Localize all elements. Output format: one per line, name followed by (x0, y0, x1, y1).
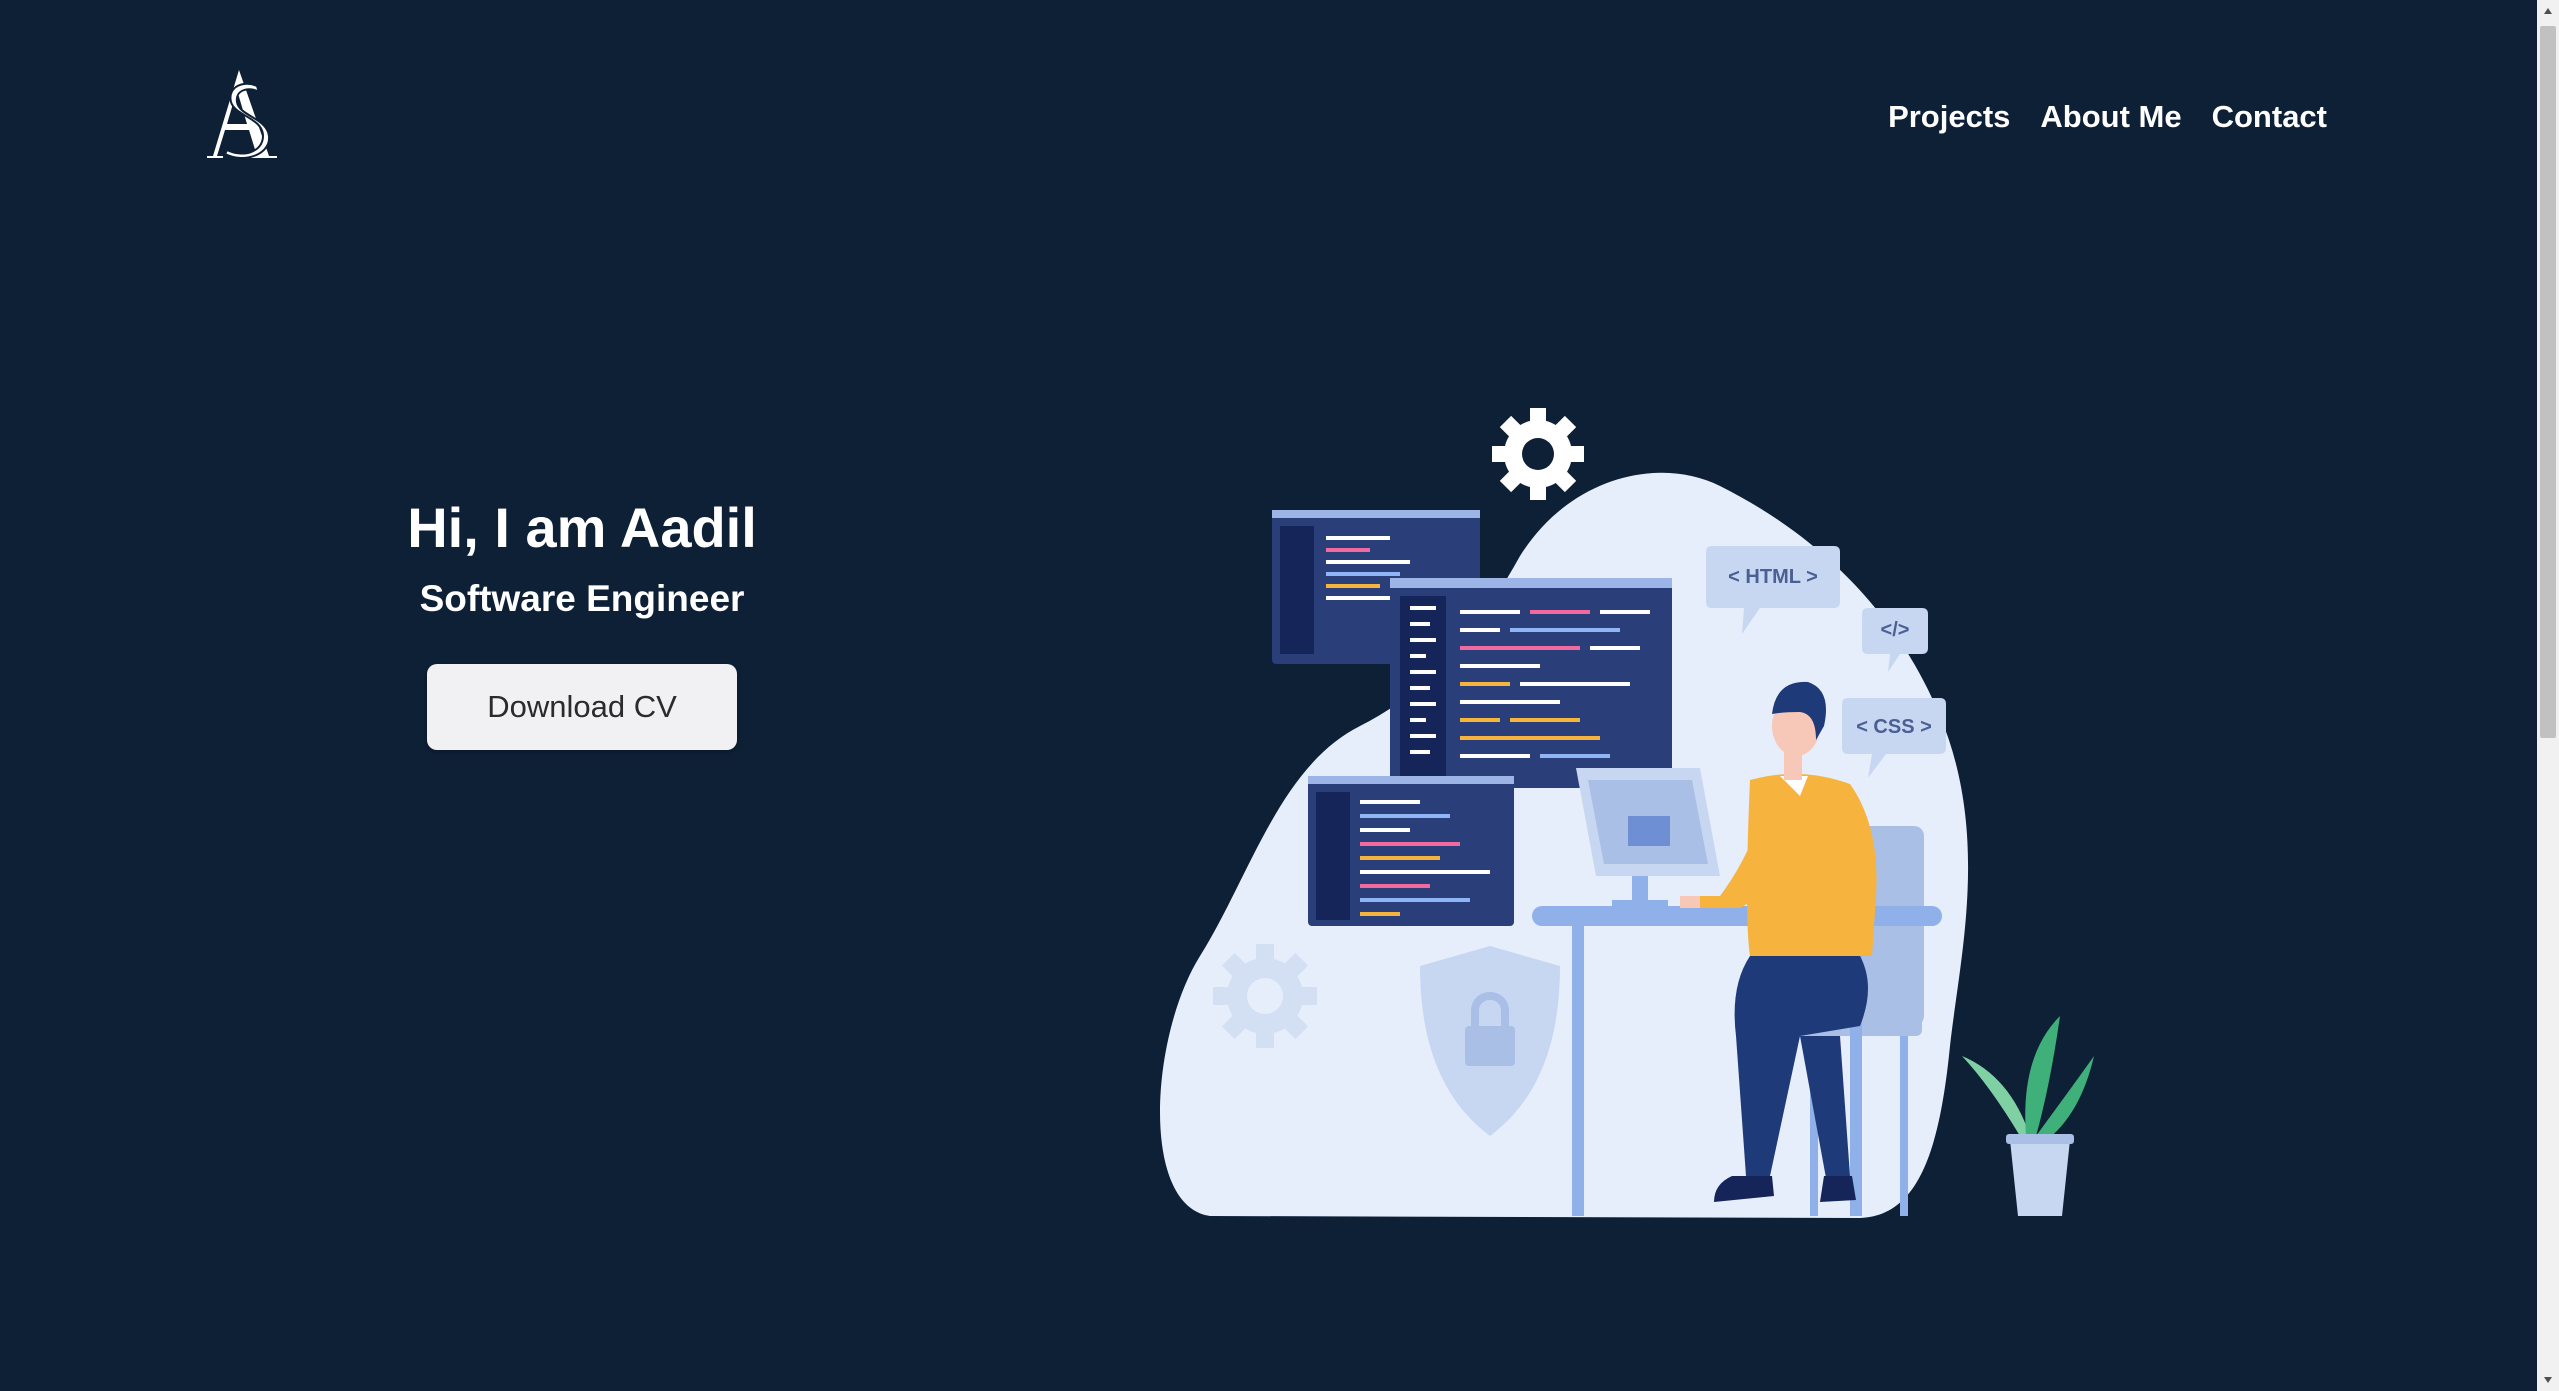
code-window-3 (1308, 776, 1514, 926)
nav-contact[interactable]: Contact (2212, 96, 2327, 138)
hero-role: Software Engineer (419, 578, 745, 619)
vertical-scrollbar[interactable] (2537, 0, 2559, 1391)
code-tag-label: </> (1881, 619, 1910, 641)
hero-section: Hi, I am Aadil Software Engineer Downloa… (312, 488, 852, 750)
scrollbar-thumb[interactable] (2540, 26, 2556, 738)
developer-illustration: < HTML > </> < CSS > (1160, 408, 2094, 1218)
as-monogram-logo[interactable] (205, 68, 281, 160)
nav-about-me[interactable]: About Me (2040, 96, 2181, 138)
scroll-up-arrow-icon[interactable] (2537, 0, 2559, 22)
code-window-2 (1390, 578, 1672, 788)
download-cv-button[interactable]: Download CV (427, 664, 737, 750)
plant (1962, 1016, 2094, 1216)
scroll-down-arrow-icon[interactable] (2537, 1369, 2559, 1391)
html-tag-label: < HTML > (1728, 566, 1818, 588)
main-nav: Projects About Me Contact (1888, 96, 2327, 138)
css-tag-label: < CSS > (1856, 716, 1932, 738)
page: Projects About Me Contact Hi, I am Aadil… (0, 0, 2559, 1391)
hero-greeting: Hi, I am Aadil (407, 496, 757, 559)
faded-gear-icon (1213, 944, 1317, 1048)
gear-icon (1492, 408, 1584, 500)
nav-projects[interactable]: Projects (1888, 96, 2010, 138)
